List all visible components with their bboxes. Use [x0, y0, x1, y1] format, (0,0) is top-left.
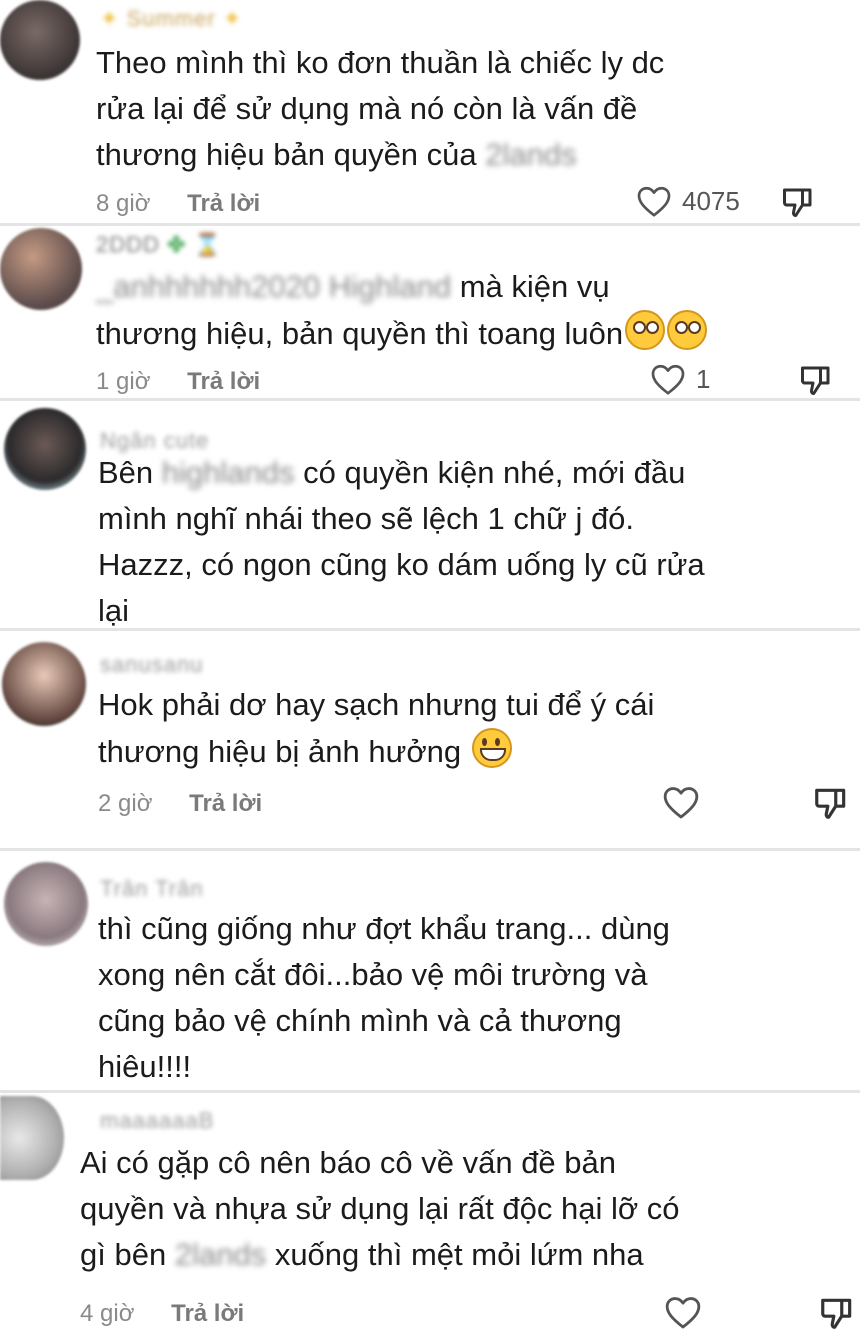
mention-tag[interactable]: 2lands: [175, 1232, 266, 1278]
dislike-button[interactable]: [798, 362, 834, 403]
dislike-button[interactable]: [780, 184, 816, 225]
comment-text: Hok phải dơ hay sạch nhưng tui để ý cái …: [98, 687, 655, 769]
sparkle-icon: ✦: [100, 6, 120, 31]
flushed-emoji-icon: [667, 310, 708, 350]
comment-meta: 8 giờ Trả lời: [96, 190, 260, 218]
comment-username[interactable]: ✦ Summer ✦: [100, 6, 242, 32]
mention-tag[interactable]: highlands: [162, 450, 295, 496]
comment-time: 4 giờ: [80, 1300, 135, 1327]
comment-meta: 2 giờ Trả lời: [98, 790, 262, 818]
flushed-emoji-icon: [625, 310, 666, 350]
like-button[interactable]: 4075: [636, 184, 740, 218]
dislike-button[interactable]: [812, 784, 850, 827]
hourglass-icon: ⌛: [193, 232, 222, 257]
heart-outline-icon: [663, 787, 699, 819]
thumbs-down-icon: [782, 188, 812, 217]
thumbs-down-icon: [815, 788, 846, 819]
comment-text: Theo mình thì ko đơn thuần là chiếc ly d…: [96, 40, 664, 178]
comment-time: 2 giờ: [98, 790, 153, 817]
grinning-emoji-icon: [471, 728, 512, 768]
heart-outline-icon: [637, 186, 671, 217]
reply-button[interactable]: Trả lời: [187, 190, 260, 217]
avatar[interactable]: [4, 862, 88, 946]
dislike-button[interactable]: [818, 1294, 856, 1337]
comment-username[interactable]: 2DDD ✤ ⌛: [96, 232, 222, 258]
like-button[interactable]: [664, 1294, 702, 1330]
comment-text: Bên highlands có quyền kiện nhé, mới đầu…: [98, 450, 705, 634]
comment-time: 1 giờ: [96, 368, 151, 395]
like-count: 4075: [682, 185, 740, 216]
divider: [0, 848, 860, 851]
avatar[interactable]: [0, 228, 82, 310]
sparkle-icon: ✦: [222, 6, 243, 31]
comment-text: _anhhhhhh2020 Highland mà kiện vụ thương…: [96, 264, 708, 357]
reply-button[interactable]: Trả lời: [189, 790, 262, 817]
comment-time: 8 giờ: [96, 190, 151, 217]
like-button[interactable]: 1: [650, 362, 710, 396]
divider: [0, 1090, 860, 1093]
comment-username[interactable]: sanusanu: [100, 652, 203, 678]
heart-outline-icon: [665, 1297, 701, 1329]
divider: [0, 398, 860, 401]
avatar[interactable]: [2, 642, 86, 726]
mention-tag[interactable]: _anhhhhhh2020 Highland: [96, 264, 451, 310]
avatar[interactable]: [0, 0, 80, 80]
comment-text: Ai có gặp cô nên báo cô về vấn đề bản qu…: [80, 1140, 680, 1278]
reply-button[interactable]: Trả lời: [171, 1300, 244, 1327]
comment-meta: 4 giờ Trả lời: [80, 1300, 244, 1328]
comment-username[interactable]: maaaaaaB: [100, 1108, 214, 1134]
clover-icon: ✤: [167, 232, 187, 257]
comment-meta: 1 giờ Trả lời: [96, 368, 260, 396]
avatar[interactable]: [0, 1096, 64, 1180]
thumbs-down-icon: [821, 1298, 852, 1329]
mention-tag[interactable]: 2lands: [485, 132, 576, 178]
avatar[interactable]: [4, 408, 86, 490]
thumbs-down-icon: [800, 366, 830, 395]
comment-username[interactable]: Trân Trân: [100, 876, 204, 902]
like-button[interactable]: [662, 784, 700, 820]
divider: [0, 223, 860, 226]
like-count: 1: [696, 363, 711, 394]
comment-text: thì cũng giống như đợt khẩu trang... dùn…: [98, 911, 670, 1084]
heart-outline-icon: [651, 364, 685, 395]
reply-button[interactable]: Trả lời: [187, 368, 260, 395]
